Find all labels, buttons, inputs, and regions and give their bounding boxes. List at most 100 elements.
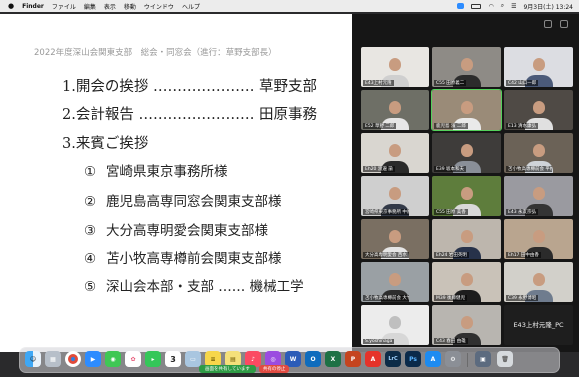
menu-window[interactable]: ウインドウ [144,2,174,11]
guest-item-3: ③ 大分高専明愛会関東支部様 [84,219,268,239]
participant-name: 鹿児島 濱 二郎 [434,123,468,129]
dock-app-store-icon[interactable]: A [425,351,441,367]
dock-chrome-icon[interactable] [65,351,81,367]
zoom-status-icon[interactable] [457,3,465,9]
dock-facetime-icon[interactable]: ▸ [145,351,161,367]
menu-bar: ● Finder ファイル 編集 表示 移動 ウインドウ ヘルプ ◠ ⌕ ☰ 9… [0,0,579,12]
participant-face [389,144,401,158]
participant-tile[interactable]: C55 田原義二 [432,47,501,87]
menu-go[interactable]: 移動 [124,2,136,11]
participant-face [532,273,545,287]
participant-tile[interactable]: 宮崎県東京事務所 中原 [361,176,429,216]
guest-text: 鹿児島高専同窓会関東支部様 [106,194,282,210]
sharing-status-button[interactable]: 画面を共有しています [199,364,256,373]
guest-item-1: ① 宮崎県東京事務所様 [84,160,228,180]
stop-share-button[interactable]: 共有の停止 [258,364,290,373]
control-center-icon[interactable]: ☰ [511,3,516,10]
agenda-number: 2. [62,107,76,123]
participant-tile[interactable]: Eh24 岩田英明 [432,219,501,259]
dock-calendar-icon[interactable]: 3 [165,351,181,367]
zoom-gallery-view: E43上村元隆 C55 田原義二 C42 山口一郎 E52 草野 二郎 鹿児島 … [352,14,579,352]
dock-system-preferences-icon[interactable]: ⚙ [445,351,461,367]
participant-tile[interactable]: 大分高専明愛会 西水 [361,219,429,259]
menu-app-finder[interactable]: Finder [22,3,44,10]
participant-face [532,230,545,244]
participant-name: C39 永野博昭 [506,295,539,301]
presentation-slide: 2022年度深山会関東支部 総会・同窓会（進行：草野支部長） 1.開会の挨拶 …… [0,14,352,352]
dock-separator [467,353,468,367]
participant-tile[interactable]: C42 山口一郎 [504,47,573,87]
guest-number: ③ [84,223,97,239]
dock-acrobat-icon[interactable]: A [365,351,381,367]
agenda-item-2: 2.会計報告 …………………… 田原事務 [62,103,317,124]
guest-number: ② [84,194,97,210]
participant-face [532,101,545,115]
participant-face [532,144,545,158]
desktop: ● Finder ファイル 編集 表示 移動 ウインドウ ヘルプ ◠ ⌕ ☰ 9… [0,0,579,377]
participant-name: 宮崎県東京事務所 中原 [363,209,409,215]
participant-tile[interactable]: E52 草野 二郎 [361,90,429,130]
menu-edit[interactable]: 編集 [84,2,96,11]
dock-screenshot-icon[interactable]: ▣ [475,351,491,367]
guest-text: 宮崎県東京事務所様 [106,164,228,180]
menubar-clock[interactable]: 9月3日(土) 13:24 [523,2,573,11]
participant-tile[interactable]: Eh17 田中由香 [504,219,573,259]
participant-tile[interactable]: E43上村元隆 [361,47,429,87]
participant-face [389,187,401,201]
menu-view[interactable]: 表示 [104,2,116,11]
participant-face [460,144,473,158]
screen-share-bar: 画面を共有しています 共有の停止 [199,364,343,373]
apple-icon[interactable]: ● [8,2,14,10]
dock-lightroom-icon[interactable]: LrC [385,351,401,367]
dock-powerpoint-icon[interactable]: P [345,351,361,367]
participant-face [389,101,401,115]
participant-tile-name-only[interactable]: E43上村元隆_PC [504,305,573,345]
gallery-toolbar [352,14,579,42]
battery-icon[interactable] [471,3,482,9]
guest-text: 深山会本部・支部 …… 機械工学 [106,279,304,295]
participant-name-center: E43上村元隆_PC [513,321,564,329]
participant-tile[interactable]: S.yoshinaga [361,305,429,345]
participant-tile[interactable]: M39 後藤健児 [432,262,501,302]
participant-tile[interactable]: C43 春田 由雄 [432,305,501,345]
participant-face [460,316,473,330]
guest-item-2: ② 鹿児島高専同窓会関東支部様 [84,190,282,210]
guest-text: 大分高専明愛会関東支部様 [106,223,268,239]
participant-tile[interactable]: C39 永野博昭 [504,262,573,302]
participant-face [532,58,545,72]
dock-finder-icon[interactable]: ☺ [25,351,41,367]
participant-tile[interactable]: E39 坂本和夫 [432,133,501,173]
participant-name: E43上村元隆 [363,80,394,86]
fullscreen-icon[interactable] [560,20,568,28]
dock-trash-icon[interactable]: 🗑 [497,351,513,367]
dock-zoom-icon[interactable]: ▶ [85,351,101,367]
participant-tile-active-speaker[interactable]: 鹿児島 濱 二郎 [431,89,502,131]
participant-tile[interactable]: E13 清水康弘 [504,90,573,130]
participant-tile[interactable]: Eh20 渡邉 諭 [361,133,429,173]
guest-number: ④ [84,251,97,267]
participant-name: 苫小牧高専樽前会 大竹 [363,295,409,301]
agenda-item-1: 1.開会の挨拶 ………………… 草野支部 [62,75,317,96]
dock-launchpad-icon[interactable]: ▦ [45,351,61,367]
menu-file[interactable]: ファイル [52,2,76,11]
participant-face [389,230,401,244]
participant-tile[interactable]: 苫小牧高専樽前会 大竹 [361,262,429,302]
guest-number: ① [84,164,97,180]
search-icon[interactable]: ⌕ [501,2,504,10]
participant-name: C55 田原 美香 [434,209,468,215]
dock-photos-icon[interactable]: ✿ [125,351,141,367]
grid-view-icon[interactable] [544,20,552,28]
dock-messages-icon[interactable]: ◉ [105,351,121,367]
participant-face [389,316,401,330]
participant-name: S.yoshinaga [363,339,395,344]
menu-help[interactable]: ヘルプ [182,2,200,11]
agenda-number: 3. [62,136,76,152]
participant-tile[interactable]: E43 永友宗弘 [504,176,573,216]
participant-tile[interactable]: 苫小牧高専樽前会 平松 [504,133,573,173]
participant-face [460,230,473,244]
participant-name: E13 清水康弘 [506,123,538,129]
participant-tile[interactable]: C55 田原 美香 [432,176,501,216]
dock-photoshop-icon[interactable]: Ps [405,351,421,367]
participant-face [389,273,401,287]
wifi-icon[interactable]: ◠ [488,3,493,10]
